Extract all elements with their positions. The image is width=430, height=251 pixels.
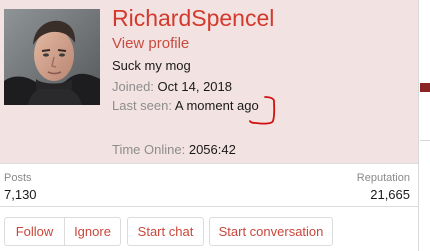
- time-online-value: 2056:42: [188, 142, 236, 157]
- start-chat-button[interactable]: Start chat: [127, 217, 204, 246]
- custom-status: Suck my mog: [112, 58, 191, 73]
- member-header: RichardSpencel View profile Suck my mog …: [0, 0, 418, 163]
- time-online-label: Time Online:: [112, 142, 186, 157]
- last-seen-row: Last seen: A moment ago: [112, 98, 259, 114]
- profile-popup: RichardSpencel View profile Suck my mog …: [0, 0, 430, 251]
- member-tooltip-card: RichardSpencel View profile Suck my mog …: [0, 0, 419, 251]
- posts-label: Posts: [4, 172, 32, 184]
- reputation-value: 21,665: [370, 187, 410, 202]
- reputation-label: Reputation: [356, 172, 410, 184]
- view-profile-link[interactable]: View profile: [112, 35, 189, 53]
- member-stats: Posts 7,130 Reputation 21,665: [0, 163, 418, 207]
- joined-row: Joined: Oct 14, 2018: [112, 79, 232, 95]
- avatar-image: [4, 9, 100, 105]
- time-online-row: Time Online: 2056:42: [112, 142, 236, 158]
- posts-value: 7,130: [4, 187, 37, 202]
- ignore-button[interactable]: Ignore: [64, 217, 121, 246]
- start-conversation-button[interactable]: Start conversation: [209, 217, 333, 246]
- last-seen-label: Last seen:: [112, 98, 172, 113]
- avatar[interactable]: [4, 9, 100, 105]
- background-page-edge: [420, 0, 430, 251]
- joined-value: Oct 14, 2018: [157, 79, 232, 94]
- background-divider: [420, 140, 430, 141]
- follow-button[interactable]: Follow: [4, 217, 65, 246]
- member-actions: Follow Ignore Start chat Start conversat…: [0, 217, 418, 247]
- background-header-strip: [420, 83, 430, 92]
- joined-label: Joined:: [112, 79, 154, 94]
- red-annotation-bracket: [249, 96, 276, 125]
- username[interactable]: RichardSpencel: [112, 3, 274, 33]
